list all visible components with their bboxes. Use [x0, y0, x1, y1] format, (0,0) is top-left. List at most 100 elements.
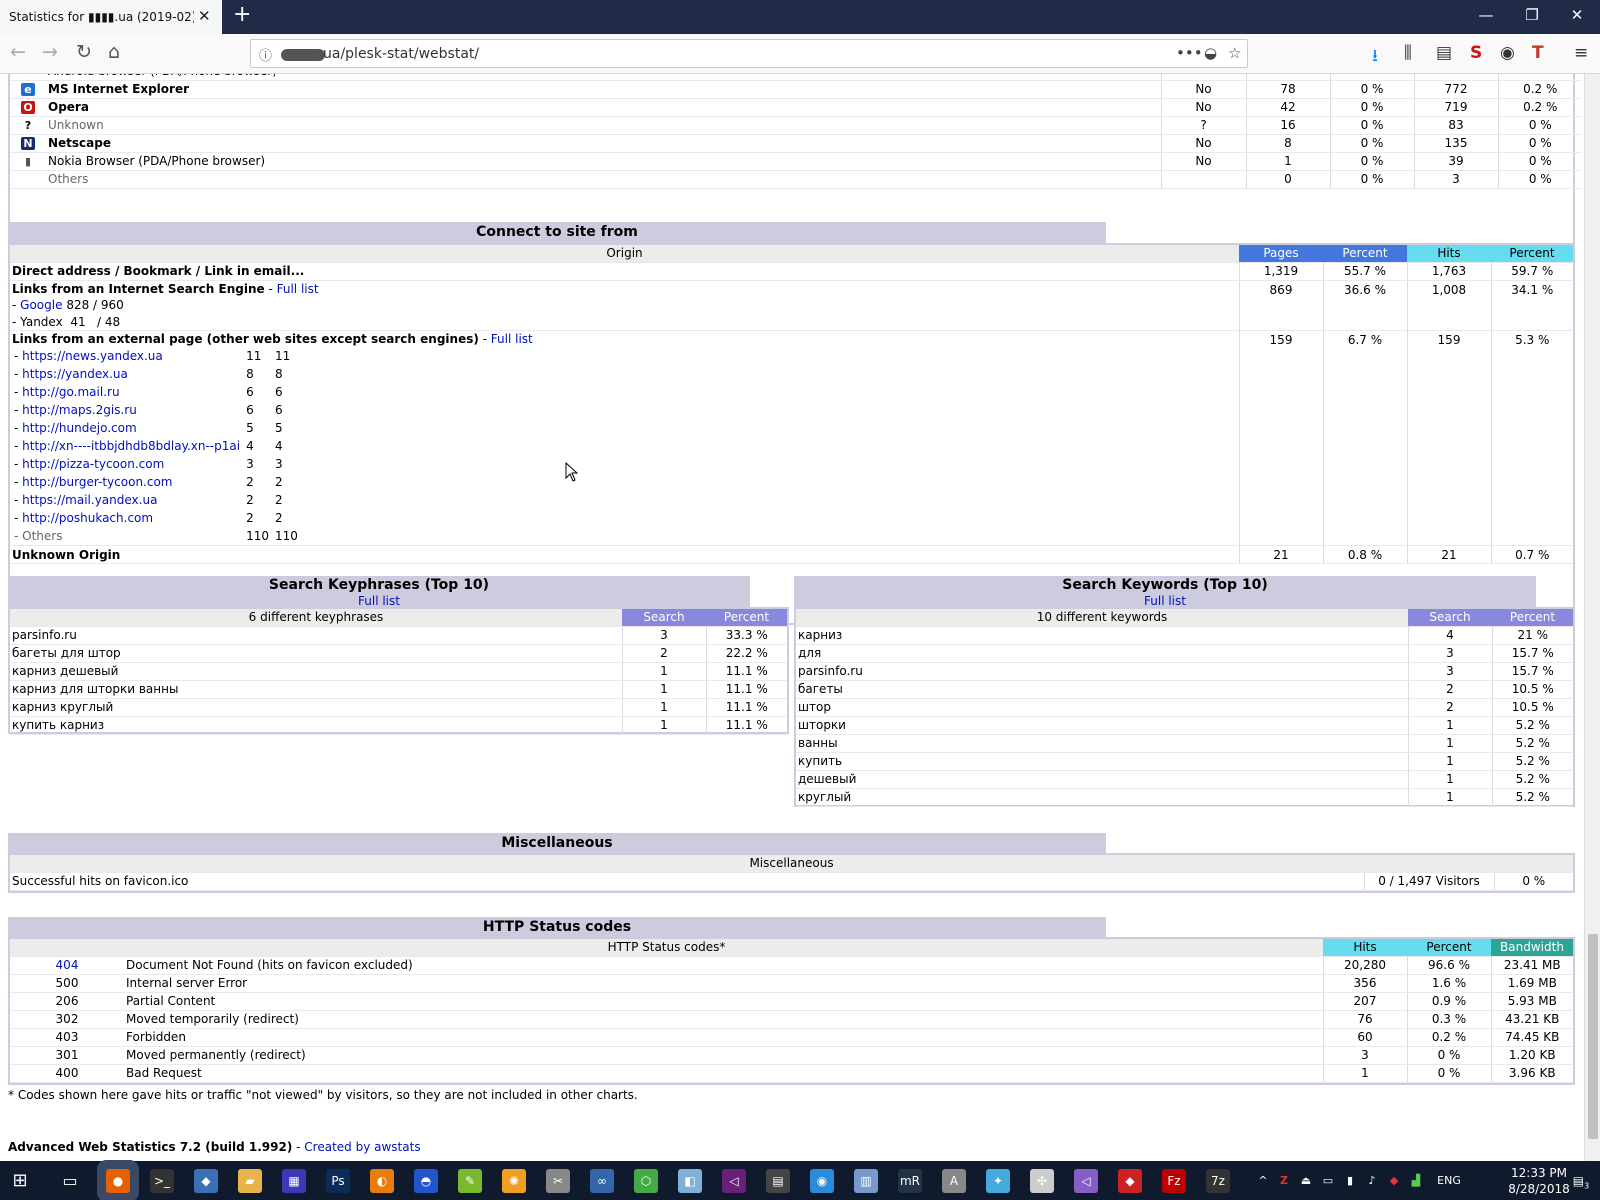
- notification-count: 3: [1584, 1181, 1590, 1191]
- tray-language[interactable]: ENG: [1432, 1169, 1466, 1193]
- calendar-icon[interactable]: ▦: [282, 1169, 306, 1193]
- tray-chevron-icon[interactable]: ^: [1256, 1169, 1270, 1193]
- url-text[interactable]: ua/plesk-stat/webstat/: [323, 46, 479, 62]
- status-description: Bad Request: [124, 1064, 1323, 1083]
- tray-battery-icon[interactable]: ▮: [1342, 1169, 1358, 1193]
- referrer-row: - http://xn----itbbjdhdb8bdlay.xn--p1ai 4…: [12, 437, 300, 455]
- tray-chart-icon[interactable]: ▟: [1408, 1169, 1424, 1193]
- table-row: ▮ Nokia Browser (PDA/Phone browser) No 1 0 %…: [10, 152, 1582, 171]
- referrer-link[interactable]: http://poshukach.com: [22, 511, 153, 525]
- app-icon-14[interactable]: ◧: [678, 1169, 702, 1193]
- site-info-icon[interactable]: ⓘ: [259, 45, 272, 64]
- referrer-row: - https://mail.yandex.ua 2 2: [12, 491, 300, 509]
- browser-tab[interactable]: Statistics for ▮▮▮▮.ua (2019-02) - m ✕: [0, 0, 222, 34]
- url-bar[interactable]: ⓘ ua/plesk-stat/webstat/ ••• ◒ ☆: [250, 39, 1248, 68]
- referrer-url-cell: - https://yandex.ua: [12, 365, 242, 383]
- bookmark-star-icon[interactable]: ☆: [1228, 44, 1241, 62]
- pocket-icon[interactable]: ◒: [1204, 44, 1217, 62]
- firefox-icon[interactable]: ●: [106, 1169, 130, 1193]
- tray-monitor-icon[interactable]: ▭: [1320, 1169, 1336, 1193]
- terminal-icon[interactable]: >_: [150, 1169, 174, 1193]
- menu-icon[interactable]: ≡: [1574, 43, 1588, 63]
- keyphrases-percent: 11.1 %: [705, 716, 787, 735]
- clapper-icon[interactable]: ▤: [766, 1169, 790, 1193]
- start-button[interactable]: ⊞: [8, 1169, 32, 1193]
- app-icon-17[interactable]: ◉: [810, 1169, 834, 1193]
- keywords-table: 10 different keywords Search Percent кар…: [794, 607, 1575, 807]
- origin-header: Origin: [10, 245, 1239, 263]
- blender-icon[interactable]: ◐: [370, 1169, 394, 1193]
- task-view-button[interactable]: ▭: [58, 1169, 82, 1193]
- keywords-full-list-link[interactable]: Full list: [1144, 594, 1186, 608]
- new-tab-button[interactable]: +: [233, 4, 251, 26]
- keyphrases-full-list-link[interactable]: Full list: [358, 594, 400, 608]
- filezilla-icon[interactable]: Fz: [1162, 1169, 1186, 1193]
- referrer-link[interactable]: https://news.yandex.ua: [22, 349, 163, 363]
- app-icon-12[interactable]: ∞: [590, 1169, 614, 1193]
- notifications-icon[interactable]: ▤3: [1570, 1169, 1592, 1193]
- app-icon-20[interactable]: A: [942, 1169, 966, 1193]
- keywords-search-count: 1: [1407, 752, 1492, 771]
- app-icon-10[interactable]: ✺: [502, 1169, 526, 1193]
- table-row: N Netscape No 8 0 % 135 0 %: [10, 134, 1582, 153]
- referrer-link[interactable]: http://burger-tycoon.com: [22, 475, 172, 489]
- app-icon-22[interactable]: ✣: [1030, 1169, 1054, 1193]
- extension-t-icon[interactable]: T: [1532, 43, 1544, 63]
- referrer-url-cell: - Others: [12, 527, 242, 545]
- tray-volume-icon[interactable]: ♪: [1364, 1169, 1380, 1193]
- home-button[interactable]: ⌂: [108, 41, 120, 63]
- external-full-list-link[interactable]: Full list: [491, 332, 533, 346]
- status-percent: 1.6 %: [1406, 974, 1491, 993]
- referrer-link[interactable]: https://mail.yandex.ua: [22, 493, 157, 507]
- app-icon-3[interactable]: ◆: [194, 1169, 218, 1193]
- scrollbar-thumb[interactable]: [1588, 934, 1598, 1139]
- tab-close-icon[interactable]: ✕: [198, 7, 211, 25]
- app-icon-21[interactable]: ✦: [986, 1169, 1010, 1193]
- table-row: багеты 2 10.5 %: [796, 680, 1573, 699]
- photoshop-icon[interactable]: Ps: [326, 1169, 350, 1193]
- vertical-scrollbar[interactable]: [1584, 74, 1600, 1161]
- download-icon[interactable]: ⭳: [1372, 43, 1378, 72]
- keyphrases-percent: 22.2 %: [705, 644, 787, 663]
- page-actions-icon[interactable]: •••: [1176, 44, 1203, 62]
- google-link[interactable]: Google: [20, 298, 62, 312]
- tray-clock[interactable]: 12:33 PM 8/28/2018: [1504, 1165, 1574, 1197]
- forward-button[interactable]: →: [42, 41, 58, 63]
- maximize-button[interactable]: ❐: [1509, 6, 1555, 24]
- table-row: карниз для шторки ванны 1 11.1 %: [10, 680, 787, 699]
- sidebar-icon[interactable]: ▤: [1436, 43, 1452, 63]
- account-icon[interactable]: ◉: [1500, 43, 1515, 63]
- minimize-button[interactable]: —: [1463, 6, 1509, 24]
- app-icon-24[interactable]: ◆: [1118, 1169, 1142, 1193]
- reload-button[interactable]: ↻: [76, 41, 92, 63]
- visualstudio-icon[interactable]: ◁: [722, 1169, 746, 1193]
- back-button[interactable]: ←: [10, 41, 26, 63]
- notepad-icon[interactable]: ✎: [458, 1169, 482, 1193]
- referrer-link[interactable]: http://hundejo.com: [22, 421, 137, 435]
- referrer-link[interactable]: https://yandex.ua: [22, 367, 128, 381]
- status-code: 301: [55, 1048, 79, 1062]
- referrer-link[interactable]: http://go.mail.ru: [22, 385, 119, 399]
- tray-usb-icon[interactable]: ⏏: [1298, 1169, 1314, 1193]
- close-window-button[interactable]: ✕: [1554, 6, 1600, 24]
- app-icon-18[interactable]: ▥: [854, 1169, 878, 1193]
- app-icon-19[interactable]: mR: [898, 1169, 922, 1193]
- tray-filezilla-icon[interactable]: Z: [1276, 1169, 1292, 1193]
- referrer-link[interactable]: http://xn----itbbjdhdb8bdlay.xn--p1ai: [22, 439, 240, 453]
- app-icon-13[interactable]: ⬡: [634, 1169, 658, 1193]
- referrer-link[interactable]: http://pizza-tycoon.com: [22, 457, 164, 471]
- 7zip-icon[interactable]: 7z: [1206, 1169, 1230, 1193]
- app-icon-8[interactable]: ◓: [414, 1169, 438, 1193]
- search-engine-full-list-link[interactable]: Full list: [277, 282, 319, 296]
- folder-icon[interactable]: ▰: [238, 1169, 262, 1193]
- status-code-link[interactable]: 404: [56, 958, 79, 972]
- awstats-link[interactable]: Created by awstats: [304, 1140, 420, 1154]
- extension-s-icon[interactable]: S: [1470, 43, 1482, 63]
- tools-icon[interactable]: ✂: [546, 1169, 570, 1193]
- referrer-link[interactable]: http://maps.2gis.ru: [22, 403, 137, 417]
- browser-hits-pct: 0 %: [1497, 170, 1582, 189]
- vs-purple-icon[interactable]: ◁: [1074, 1169, 1098, 1193]
- library-icon[interactable]: ⫼: [1404, 43, 1412, 63]
- status-bandwidth: 5.93 MB: [1490, 992, 1573, 1011]
- tray-red-icon[interactable]: ◆: [1386, 1169, 1402, 1193]
